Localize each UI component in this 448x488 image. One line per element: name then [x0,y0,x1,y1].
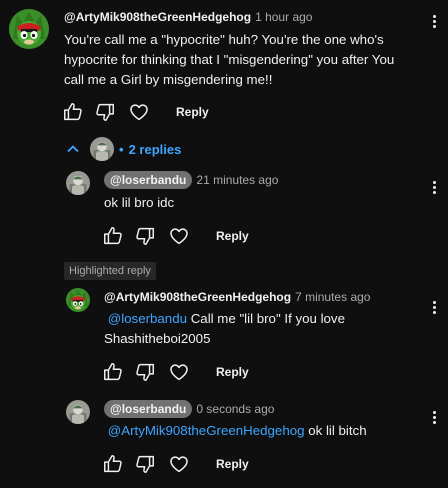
mention-link[interactable]: @ArtyMik908theGreenHedgehog [108,423,305,438]
more-options-button[interactable] [430,179,438,199]
dislike-button[interactable] [94,101,116,123]
reply-button[interactable]: Reply [216,225,249,247]
hedgehog-avatar-icon [66,288,90,312]
timestamp[interactable]: 0 seconds ago [196,402,274,416]
more-options-button[interactable] [430,409,438,429]
heart-icon [168,361,190,383]
action-bar: Reply [102,453,302,477]
more-vert-icon [432,301,436,304]
heart-button[interactable] [128,101,150,123]
more-vert-icon [432,306,436,309]
comment-text: You're call me a "hypocrite" huh? You're… [64,30,414,90]
author-chip[interactable]: @loserbandu [104,171,193,189]
loserbandu-avatar-icon [90,137,114,161]
heart-button[interactable] [168,453,190,475]
thumbs-up-icon [102,453,124,475]
comment-header: @loserbandu 21 minutes ago [104,171,278,189]
comment-line-text: ok lil bitch [304,423,367,438]
dislike-button[interactable] [134,225,156,247]
more-vert-icon [432,15,436,18]
heart-icon [168,453,190,475]
author-name[interactable]: @ArtyMik908theGreenHedgehog [104,290,291,304]
comment-line: hypocrite for thinking that I "misgender… [64,52,395,67]
action-bar: Reply [102,225,302,249]
heart-button[interactable] [168,361,190,383]
loserbandu-avatar-icon [66,400,90,424]
timestamp[interactable]: 7 minutes ago [295,290,370,304]
comment-line: You're call me a "hypocrite" huh? You're… [64,32,384,47]
highlighted-reply-badge: Highlighted reply [64,262,156,280]
timestamp[interactable]: 1 hour ago [255,10,312,24]
thumbs-up-icon [102,225,124,247]
dislike-button[interactable] [134,361,156,383]
comment-line: Shashitheboi2005 [104,331,211,346]
comment-header: @ArtyMik908theGreenHedgehog 7 minutes ago [104,289,370,305]
like-button[interactable] [102,225,124,247]
heart-icon [128,101,150,123]
comment-header: @ArtyMik908theGreenHedgehog 1 hour ago [64,9,312,25]
reply-comment: @loserbandu 0 seconds ago @ArtyMik908theG… [0,395,448,488]
reply-button[interactable]: Reply [216,361,249,383]
reply-comment: @loserbandu 21 minutes ago ok lil bro idc… [0,165,448,255]
author-name[interactable]: @ArtyMik908theGreenHedgehog [64,10,251,24]
avatar[interactable] [66,171,90,195]
chevron-up-icon [67,145,79,153]
more-vert-icon [432,421,436,424]
replies-count: 2 replies [128,141,182,157]
thumbs-down-icon [134,453,156,475]
more-options-button[interactable] [430,13,438,33]
comment-line-text: Call me "lil bro" If you love [187,311,345,326]
more-vert-icon [432,186,436,189]
top-comment: @ArtyMik908theGreenHedgehog 1 hour ago Yo… [0,0,448,135]
hedgehog-avatar-icon [9,9,49,49]
action-bar: Reply [102,361,302,385]
more-options-button[interactable] [430,299,438,319]
comment-text: @loserbandu Call me "lil bro" If you lov… [104,309,424,349]
replies-toggle-button[interactable]: • 2 replies [66,136,181,162]
bullet: • [119,141,124,157]
comment-line: call me a Girl by misgendering me!! [64,72,273,87]
comment-text: @ArtyMik908theGreenHedgehog ok lil bitch [104,421,424,441]
reply-button[interactable]: Reply [176,101,209,123]
avatar[interactable] [66,400,90,424]
thumbs-down-icon [134,225,156,247]
thumbs-up-icon [102,361,124,383]
comment-line: @ArtyMik908theGreenHedgehog ok lil bitch [104,421,424,441]
more-vert-icon [432,20,436,23]
loserbandu-avatar-icon [66,171,90,195]
like-button[interactable] [102,361,124,383]
like-button[interactable] [102,453,124,475]
more-vert-icon [432,311,436,314]
more-vert-icon [432,25,436,28]
like-button[interactable] [62,101,84,123]
comment-line: @loserbandu Call me "lil bro" If you lov… [104,309,424,329]
comment-header: @loserbandu 0 seconds ago [104,400,274,418]
heart-icon [168,225,190,247]
replier-avatar [90,137,114,161]
timestamp[interactable]: 21 minutes ago [196,173,278,187]
heart-button[interactable] [168,225,190,247]
more-vert-icon [432,416,436,419]
avatar[interactable] [66,288,90,312]
more-vert-icon [432,191,436,194]
more-vert-icon [432,181,436,184]
thumbs-down-icon [94,101,116,123]
reply-button[interactable]: Reply [216,453,249,475]
reply-comment: @ArtyMik908theGreenHedgehog 7 minutes ago… [0,283,448,388]
thumbs-down-icon [134,361,156,383]
dislike-button[interactable] [134,453,156,475]
avatar[interactable] [9,9,49,49]
author-chip[interactable]: @loserbandu [104,400,193,418]
thumbs-up-icon [62,101,84,123]
comment-text: ok lil bro idc [104,195,175,210]
action-bar: Reply [62,101,262,125]
more-vert-icon [432,411,436,414]
mention-link[interactable]: @loserbandu [108,311,187,326]
